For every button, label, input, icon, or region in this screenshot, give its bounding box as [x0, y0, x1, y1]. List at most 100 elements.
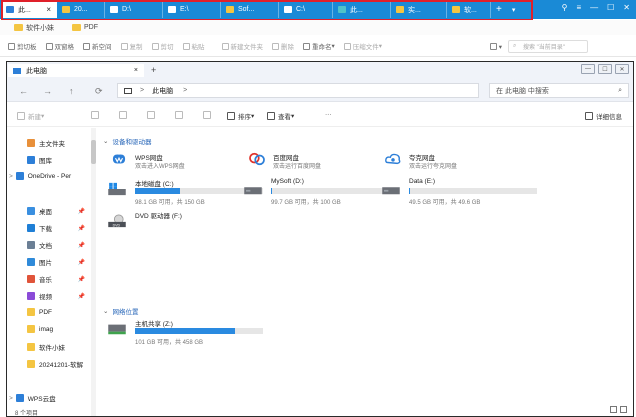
new-button[interactable]: 新建 ▾ [17, 111, 44, 121]
tile-baidu-drive[interactable]: 百度网盘 双击运行百度网盘 [245, 150, 373, 178]
drive-name: MySoft (D:) [271, 178, 304, 185]
copy-button[interactable]: 复制 [120, 41, 143, 51]
refresh-button[interactable]: ⟳ [95, 86, 103, 97]
chevron-right-icon[interactable]: > [9, 395, 13, 402]
sidebar-item-label: 图片 [39, 260, 52, 267]
dual-pane-button[interactable]: 双窗格 [45, 41, 75, 51]
paste-button[interactable]: 粘贴 [182, 41, 205, 51]
menu-icon[interactable]: ≡ [576, 3, 581, 12]
details-view-icon[interactable] [610, 406, 617, 413]
paste-button[interactable] [147, 111, 158, 119]
outer-tab[interactable]: 此... × [1, 1, 57, 18]
cut-icon [151, 42, 159, 50]
delete-button[interactable]: 删除 [272, 41, 294, 51]
rename-button[interactable]: 重命名 ▾ [303, 41, 335, 51]
layout-toggle-button[interactable]: ▾ [489, 43, 502, 51]
scrollbar-thumb[interactable] [91, 140, 96, 164]
outer-tab[interactable]: 20... [57, 1, 105, 18]
sidebar-item[interactable]: > OneDrive - Per [9, 172, 89, 180]
sidebar-item[interactable]: PDF [11, 308, 89, 316]
outer-tab[interactable]: C:\ [279, 1, 333, 18]
forward-button[interactable]: → [43, 86, 52, 96]
drive-tile[interactable]: DVD 驱动器 (F:) [135, 210, 275, 240]
sidebar-item[interactable]: 桌面 📌 [11, 206, 89, 216]
tab-label: 此... [350, 6, 363, 14]
paste-icon [147, 111, 155, 119]
sidebar-item[interactable]: 下载 📌 [11, 223, 89, 233]
sidebar-item[interactable]: 音乐 📌 [11, 274, 89, 284]
sidebar-item[interactable]: 视频 📌 [11, 291, 89, 301]
new-folder-button[interactable]: 新建文件夹 [221, 41, 264, 51]
drive-tile[interactable]: Data (E:) 49.5 GB 可用，共 49.6 GB [409, 178, 549, 208]
address-bar[interactable]: > 此电脑 > [117, 83, 479, 98]
view-button[interactable]: 查看 ▾ [267, 111, 294, 121]
outer-tab[interactable]: E:\ [163, 1, 221, 18]
outer-tab[interactable]: D:\ [105, 1, 163, 18]
group-devices-header[interactable]: ⌄ 设备和驱动器 [103, 136, 151, 146]
close-tab-icon[interactable]: × [134, 67, 138, 74]
tile-wps-drive[interactable]: WPS网盘 双击进入WPS网盘 [107, 150, 235, 178]
sidebar-item[interactable]: 文档 📌 [11, 240, 89, 250]
pin-icon[interactable]: ⚲ [562, 3, 568, 12]
delete-button[interactable] [203, 111, 214, 119]
maximize-button[interactable]: ☐ [598, 64, 612, 74]
command-label: 新建文件夹 [230, 44, 264, 51]
tab-dropdown-icon[interactable]: ▾ [507, 1, 521, 18]
baidu-cloud-icon [249, 152, 265, 166]
close-button[interactable]: ✕ [623, 3, 630, 12]
close-tab-icon[interactable]: × [40, 5, 51, 14]
new-space-button[interactable]: 新空间 [83, 41, 112, 51]
minimize-button[interactable]: — [581, 64, 595, 74]
more-button[interactable]: ··· [325, 111, 332, 118]
dual-pane-icon [45, 42, 53, 50]
wps-cloud-icon [112, 154, 126, 164]
group-network-header[interactable]: ⌄ 网络位置 [103, 306, 138, 316]
breadcrumb-this-pc[interactable]: 此电脑 [152, 86, 173, 96]
tile-quark-drive[interactable]: 夸克网盘 双击运行夸克网盘 [381, 150, 509, 178]
new-tab-button[interactable]: + [151, 65, 156, 75]
command-label: 双窗格 [54, 44, 75, 51]
outer-search-input[interactable]: ⌕ 搜索 "当前目录" [508, 40, 588, 53]
compress-button[interactable]: 压缩文件 ▾ [343, 41, 382, 51]
sidebar-item-label: 20241201-软解 [39, 362, 84, 369]
chevron-down-icon: ⌄ [103, 138, 109, 145]
inner-tab-this-pc[interactable]: 此电脑 × [8, 64, 144, 77]
tab-folder-icon [226, 6, 234, 13]
back-button[interactable]: ← [19, 86, 28, 96]
explorer-search-input[interactable]: 在 此电脑 中搜索 ⌕ [489, 83, 629, 98]
rename-button[interactable] [175, 111, 186, 119]
cut-button[interactable] [91, 111, 102, 119]
new-space-icon [83, 42, 90, 50]
bookmark-item[interactable]: PDF [72, 24, 98, 31]
inner-title-bar: 此电脑 × + — ☐ ✕ [7, 62, 633, 77]
minimize-button[interactable]: — [590, 3, 598, 12]
command-label: 重命名 [312, 44, 332, 51]
clipboard-button[interactable]: 剪切板 [8, 41, 37, 51]
dvd-drive-icon: DVD [108, 214, 126, 227]
sort-button[interactable]: 排序 ▾ [227, 111, 254, 121]
details-pane-button[interactable]: 详细信息 [585, 111, 622, 121]
cut-button[interactable]: 剪切 [151, 41, 174, 51]
sidebar-item[interactable]: 主文件夹 [11, 138, 89, 148]
drive-tile[interactable]: 主机共享 (Z:) 101 GB 可用，共 458 GB [135, 318, 275, 348]
bookmark-item[interactable]: 软件小妹 [14, 23, 54, 33]
sidebar-item[interactable]: imag [11, 325, 89, 333]
sidebar-item[interactable]: > WPS云盘 [9, 393, 89, 403]
sidebar-item[interactable]: 图库 [11, 155, 89, 165]
outer-tab[interactable]: Sof... [221, 1, 279, 18]
tiles-view-icon[interactable] [620, 406, 627, 413]
up-button[interactable]: ↑ [69, 86, 74, 96]
copy-button[interactable] [119, 111, 130, 119]
sidebar-item[interactable]: 软件小妹 [11, 342, 89, 352]
sidebar-scrollbar[interactable] [91, 128, 96, 416]
outer-tab[interactable]: 此... [333, 1, 391, 18]
maximize-button[interactable]: ☐ [607, 3, 614, 12]
sidebar-item[interactable]: 20241201-软解 [11, 359, 89, 369]
add-tab-button[interactable]: + [491, 1, 507, 18]
sidebar-item[interactable]: 图片 📌 [11, 257, 89, 267]
outer-tab[interactable]: 软... [447, 1, 491, 18]
outer-tab[interactable]: 实... [391, 1, 447, 18]
chevron-right-icon[interactable]: > [9, 173, 13, 180]
close-button[interactable]: ✕ [615, 64, 629, 74]
breadcrumb-arrow-icon[interactable]: > [183, 87, 187, 94]
